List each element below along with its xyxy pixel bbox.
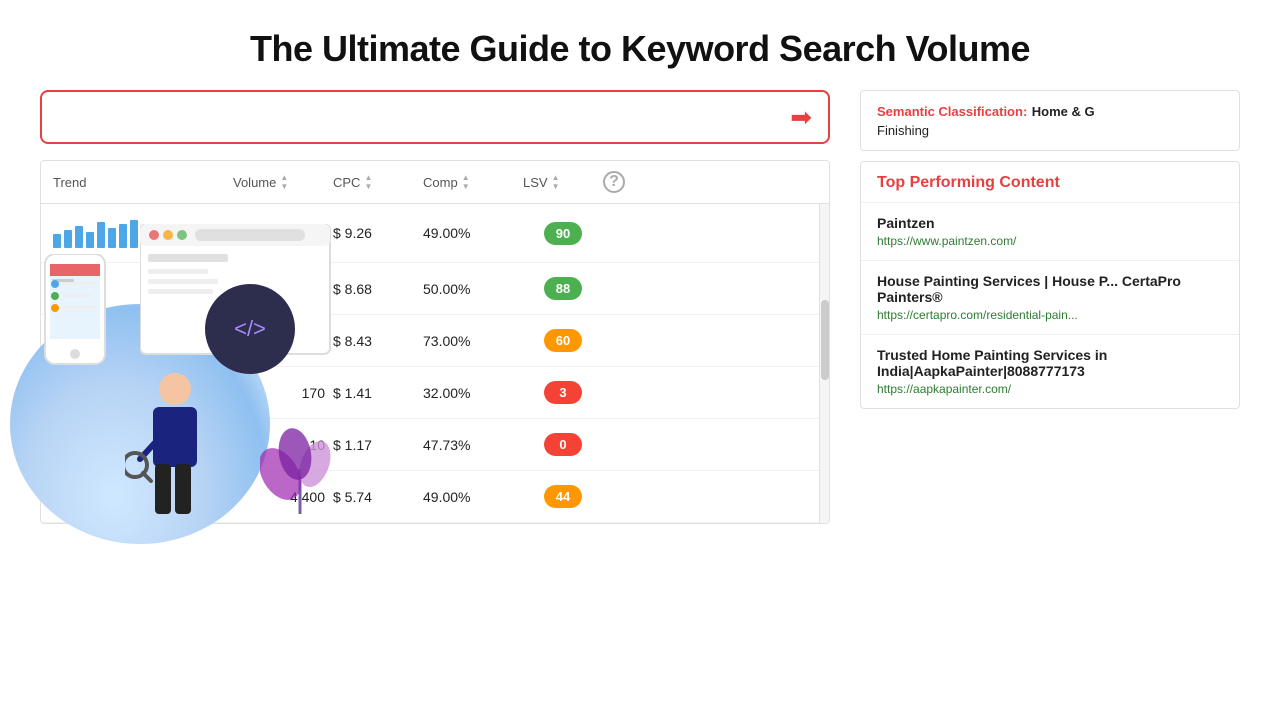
table-body: 9,900 $ 9.26 49.00% 90 9,900 $ 8.68 50.0… bbox=[41, 204, 829, 523]
semantic-label: Semantic Classification: bbox=[877, 104, 1027, 119]
content-title: Trusted Home Painting Services in India|… bbox=[877, 347, 1223, 379]
left-panel: ➡ Trend Volume ▲▼ CPC ▲▼ bbox=[40, 90, 830, 524]
cell-lsv: 90 bbox=[523, 222, 603, 245]
top-performing-title: Top Performing Content bbox=[861, 162, 1239, 203]
semantic-value: Home & G bbox=[1032, 104, 1095, 119]
cell-cpc: $ 8.43 bbox=[333, 333, 423, 349]
table-row: 10 $ 1.17 47.73% 0 bbox=[41, 419, 829, 471]
lsv-badge: 3 bbox=[544, 381, 582, 404]
cell-comp: 49.00% bbox=[423, 489, 523, 505]
cell-comp: 73.00% bbox=[423, 333, 523, 349]
content-url[interactable]: https://www.paintzen.com/ bbox=[877, 234, 1223, 248]
scrollbar-thumb[interactable] bbox=[821, 300, 829, 380]
cell-volume: 170 bbox=[233, 385, 333, 401]
search-arrow-icon: ➡ bbox=[790, 102, 812, 133]
cell-volume: 14,800 bbox=[233, 333, 333, 349]
content-area: ➡ Trend Volume ▲▼ CPC ▲▼ bbox=[0, 90, 1280, 524]
semantic-section: Semantic Classification: Home & G Finish… bbox=[861, 91, 1239, 150]
cell-cpc: $ 9.26 bbox=[333, 225, 423, 241]
cell-volume: 9,900 bbox=[233, 225, 333, 241]
trend-sparkline bbox=[53, 218, 233, 248]
lsv-badge: 90 bbox=[544, 222, 582, 245]
top-performing-card: Top Performing Content Paintzen https://… bbox=[860, 161, 1240, 409]
cell-volume: 4,400 bbox=[233, 489, 333, 505]
cpc-sort[interactable]: ▲▼ bbox=[364, 174, 372, 191]
col-trend: Trend bbox=[53, 171, 233, 193]
content-item: Paintzen https://www.paintzen.com/ bbox=[861, 203, 1239, 261]
cell-cpc: $ 8.68 bbox=[333, 281, 423, 297]
col-lsv: LSV ▲▼ bbox=[523, 171, 603, 193]
cell-comp: 47.73% bbox=[423, 437, 523, 453]
table-row: 9,900 $ 9.26 49.00% 90 bbox=[41, 204, 829, 263]
table-row: 4,400 $ 5.74 49.00% 44 bbox=[41, 471, 829, 523]
cell-comp: 32.00% bbox=[423, 385, 523, 401]
col-cpc: CPC ▲▼ bbox=[333, 171, 423, 193]
table-header: Trend Volume ▲▼ CPC ▲▼ Comp bbox=[41, 161, 829, 204]
cell-lsv: 88 bbox=[523, 277, 603, 300]
lsv-badge: 88 bbox=[544, 277, 582, 300]
right-panel: Semantic Classification: Home & G Finish… bbox=[860, 90, 1240, 524]
semantic-classification-card: Semantic Classification: Home & G Finish… bbox=[860, 90, 1240, 151]
lsv-badge: 60 bbox=[544, 329, 582, 352]
table-row: 14,800 $ 8.43 73.00% 60 bbox=[41, 315, 829, 367]
content-url[interactable]: https://aapkapainter.com/ bbox=[877, 382, 1223, 396]
col-volume: Volume ▲▼ bbox=[233, 171, 333, 193]
cell-volume: 10 bbox=[233, 437, 333, 453]
comp-sort[interactable]: ▲▼ bbox=[462, 174, 470, 191]
lsv-sort[interactable]: ▲▼ bbox=[552, 174, 560, 191]
content-title: Paintzen bbox=[877, 215, 1223, 231]
lsv-badge: 0 bbox=[544, 433, 582, 456]
cell-lsv: 0 bbox=[523, 433, 603, 456]
page-title: The Ultimate Guide to Keyword Search Vol… bbox=[0, 0, 1280, 90]
col-info: ? bbox=[603, 171, 647, 193]
lsv-badge: 44 bbox=[544, 485, 582, 508]
table-row: 170 $ 1.41 32.00% 3 bbox=[41, 367, 829, 419]
content-item: House Painting Services | House P... Cer… bbox=[861, 261, 1239, 335]
col-comp: Comp ▲▼ bbox=[423, 171, 523, 193]
content-item: Trusted Home Painting Services in India|… bbox=[861, 335, 1239, 408]
search-bar[interactable]: ➡ bbox=[40, 90, 830, 144]
cell-comp: 49.00% bbox=[423, 225, 523, 241]
keyword-table: Trend Volume ▲▼ CPC ▲▼ Comp bbox=[40, 160, 830, 524]
content-title: House Painting Services | House P... Cer… bbox=[877, 273, 1223, 305]
cell-comp: 50.00% bbox=[423, 281, 523, 297]
cell-lsv: 60 bbox=[523, 329, 603, 352]
cell-lsv: 3 bbox=[523, 381, 603, 404]
content-url[interactable]: https://certapro.com/residential-pain... bbox=[877, 308, 1223, 322]
scrollbar[interactable] bbox=[819, 204, 829, 523]
cell-lsv: 44 bbox=[523, 485, 603, 508]
cell-volume: 9,900 bbox=[233, 281, 333, 297]
semantic-sub: Finishing bbox=[877, 123, 1223, 138]
cell-cpc: $ 5.74 bbox=[333, 489, 423, 505]
volume-sort[interactable]: ▲▼ bbox=[280, 174, 288, 191]
table-row: 9,900 $ 8.68 50.00% 88 bbox=[41, 263, 829, 315]
cell-cpc: $ 1.17 bbox=[333, 437, 423, 453]
cell-cpc: $ 1.41 bbox=[333, 385, 423, 401]
